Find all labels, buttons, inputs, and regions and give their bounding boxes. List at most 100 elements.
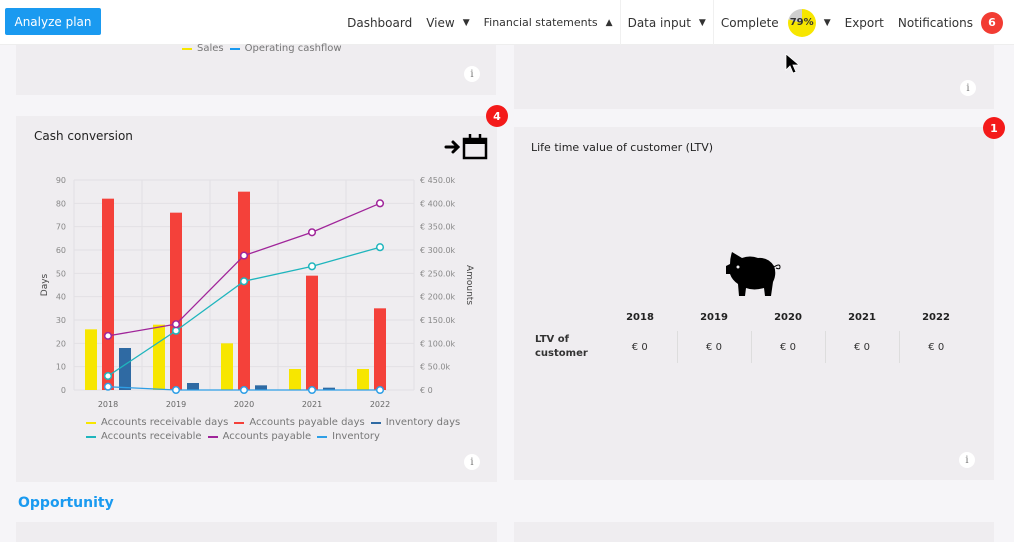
y-tick-label: 30 <box>56 316 66 325</box>
column-header: 2019 <box>700 312 728 323</box>
y-right-tick-label: € 250.0k <box>420 269 456 278</box>
x-tick-label: 2022 <box>370 400 390 409</box>
column-header: 2021 <box>848 312 876 323</box>
legend-swatch <box>234 421 245 424</box>
top-right-card <box>514 45 994 109</box>
caret-down-icon: ▼ <box>698 17 706 28</box>
mouse-cursor-icon <box>785 53 801 74</box>
point-accounts-receivable <box>171 326 181 335</box>
point-inventory <box>307 385 317 395</box>
table-corner <box>529 310 603 331</box>
info-button[interactable]: i <box>960 80 976 96</box>
point-inventory <box>171 385 181 395</box>
y-tick-label: 90 <box>56 176 66 185</box>
legend-item-accounts-receivable-days[interactable]: Accounts receivable days <box>86 417 228 428</box>
point-accounts-receivable <box>375 243 385 252</box>
piggy-bank-icon <box>726 252 781 296</box>
legend-swatch <box>86 435 96 438</box>
y-right-tick-label: € 50.0k <box>420 363 450 372</box>
bar-inventory-days <box>187 383 199 390</box>
legend-swatch <box>370 421 381 424</box>
nav-complete[interactable]: Complete 79% ▼ <box>712 0 838 45</box>
y-right-tick-label: € 400.0k <box>420 199 456 208</box>
y-right-axis-label: Amounts <box>464 265 474 305</box>
nav-data-input[interactable]: Data input ▼ <box>619 0 713 45</box>
cash-conversion-legend: Accounts receivable days Accounts payabl… <box>86 417 466 445</box>
legend-label: Accounts payable <box>222 431 312 442</box>
y-tick-label: 80 <box>56 199 66 208</box>
completion-percent: 79% <box>789 17 814 28</box>
point-accounts-receivable <box>103 371 113 381</box>
nav-export-label: Export <box>844 15 884 30</box>
legend-item-inventory-days[interactable]: Inventory days <box>370 417 461 428</box>
table-row: LTV of customer € 0 € 0 € 0 € 0 € 0 <box>529 331 973 363</box>
bar-accounts-payable-days <box>306 275 318 390</box>
point-accounts-payable <box>103 331 113 340</box>
column-header: 2018 <box>626 312 654 323</box>
x-tick-label: 2020 <box>234 400 254 409</box>
bar-accounts-receivable-days <box>153 324 165 390</box>
ltv-table: 2018 2019 2020 2021 2022 LTV of customer… <box>529 310 973 363</box>
y-right-tick-label: € 100.0k <box>420 339 456 348</box>
ltv-title: Life time value of customer (LTV) <box>531 141 714 154</box>
point-inventory <box>239 385 249 395</box>
bar-accounts-receivable-days <box>221 343 233 390</box>
legend-item-accounts-payable[interactable]: Accounts payable <box>207 431 312 442</box>
table-cell: € 0 <box>631 341 648 353</box>
point-inventory <box>375 385 385 395</box>
legend-item-accounts-receivable[interactable]: Accounts receivable <box>86 431 202 442</box>
point-accounts-payable <box>239 251 249 260</box>
nav-complete-label: Complete <box>720 15 779 30</box>
y-tick-label: 10 <box>56 363 66 372</box>
completion-pie-chart: 79% <box>787 8 816 37</box>
y-tick-label: 0 <box>61 386 66 395</box>
legend-label: Inventory days <box>385 417 461 428</box>
y-axis-label: Days <box>40 273 50 296</box>
point-accounts-payable <box>171 320 181 329</box>
nav-notifications[interactable]: Notifications 6 <box>891 0 1014 45</box>
point-accounts-payable <box>307 228 317 237</box>
bar-inventory-days <box>119 348 131 390</box>
opportunity-card-left <box>16 522 497 542</box>
legend-label: Accounts receivable days <box>101 417 229 428</box>
column-header: 2022 <box>922 312 950 323</box>
y-right-tick-label: € 200.0k <box>420 293 456 302</box>
y-right-tick-label: € 300.0k <box>420 246 456 255</box>
bar-accounts-payable-days <box>238 191 250 390</box>
caret-down-icon[interactable]: ▼ <box>824 18 831 28</box>
bar-accounts-payable-days <box>102 198 114 390</box>
y-right-tick-label: € 0 <box>420 386 433 395</box>
caret-up-icon: ▲ <box>605 17 613 28</box>
legend-swatch <box>317 435 328 438</box>
table-cell: € 0 <box>824 331 899 363</box>
legend-swatch <box>207 435 218 438</box>
row-label: LTV of customer <box>535 334 588 359</box>
nav-notifications-label: Notifications <box>897 15 973 30</box>
bar-accounts-receivable-days <box>289 369 301 390</box>
bar-accounts-payable-days <box>170 212 182 390</box>
point-accounts-receivable <box>307 262 317 271</box>
cash-conversion-chart: 0 10 20 30 40 50 60 70 80 90 € 0 € 50.0k € 100.0k € 1… <box>40 176 474 409</box>
bar-accounts-receivable-days <box>357 369 369 390</box>
y-tick-label: 60 <box>56 246 66 255</box>
y-tick-label: 50 <box>56 269 66 278</box>
column-header: 2020 <box>774 312 802 323</box>
y-tick-label: 20 <box>56 339 66 348</box>
info-button[interactable]: i <box>959 452 975 468</box>
legend-item-inventory[interactable]: Inventory <box>317 431 380 442</box>
ltv-badge: 1 <box>983 117 1005 139</box>
x-tick-label: 2019 <box>166 400 186 409</box>
x-tick-label: 2021 <box>302 400 322 409</box>
nav-export[interactable]: Export <box>838 0 891 45</box>
y-right-tick-label: € 450.0k <box>420 176 456 185</box>
info-button[interactable]: i <box>464 454 480 470</box>
table-cell: € 0 <box>750 331 825 363</box>
point-inventory <box>103 382 113 391</box>
legend-item-accounts-payable-days[interactable]: Accounts payable days <box>234 417 365 428</box>
section-title-opportunity: Opportunity <box>18 495 114 511</box>
table-cell: € 0 <box>676 331 751 363</box>
legend-label: Accounts receivable <box>101 431 202 442</box>
x-tick-label: 2018 <box>98 400 118 409</box>
opportunity-card-right <box>514 522 994 542</box>
point-accounts-receivable <box>239 277 249 286</box>
